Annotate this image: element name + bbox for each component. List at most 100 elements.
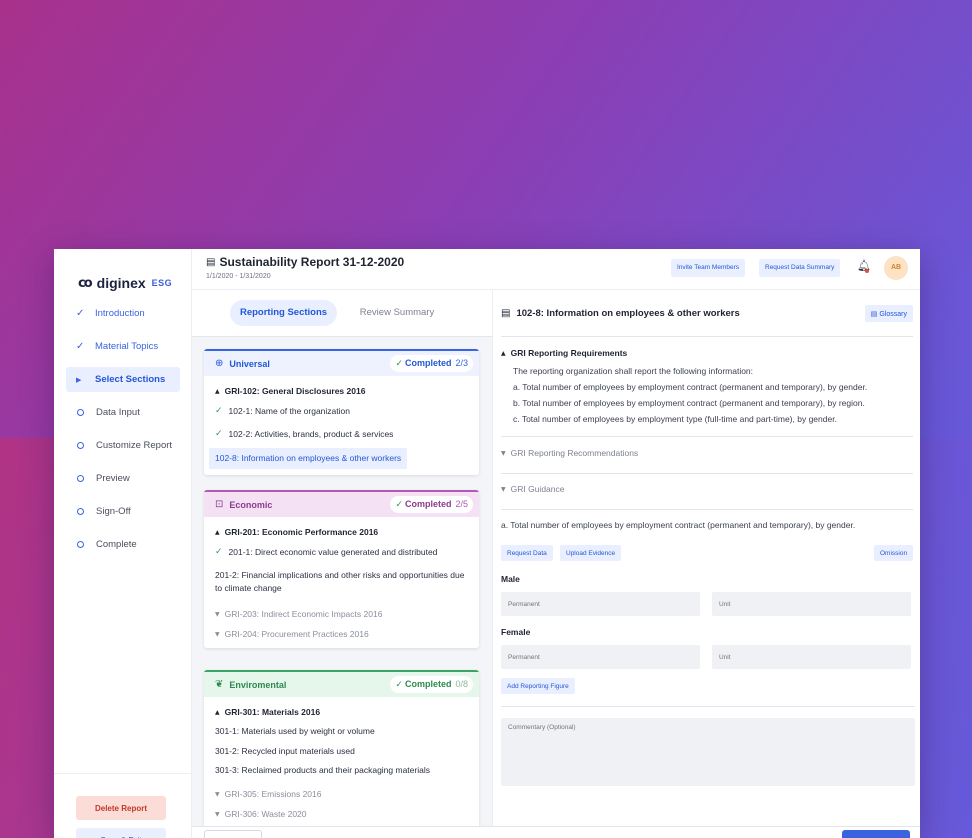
sidebar-footer: Delete Report Save & Exit	[54, 773, 192, 838]
glossary-button[interactable]: ▤ Glossary	[864, 305, 913, 322]
group-label: GRI-102: General Disclosures 2016	[224, 386, 366, 396]
request-summary-button[interactable]: Request Data Summary	[759, 259, 841, 277]
card-title: Economic	[229, 499, 273, 510]
collapsed-group[interactable]: ▼ GRI-203: Indirect Economic Impacts 2016	[204, 600, 479, 624]
item-label: 102-2: Activities, brands, product & ser…	[228, 429, 394, 439]
logo-icon: co	[78, 275, 93, 291]
card-title: Universal	[229, 358, 270, 369]
commentary-field[interactable]	[501, 718, 915, 786]
badge-label: Completed	[404, 358, 452, 368]
section-title: GRI Guidance	[510, 484, 565, 494]
circle-icon	[77, 508, 84, 515]
collapsed-group[interactable]: ▼ GRI-204: Procurement Practices 2016	[204, 624, 479, 648]
recommendations-toggle[interactable]: ▼ GRI Reporting Recommendations	[501, 448, 913, 458]
circle-icon	[77, 409, 84, 416]
report-date-range: 1/1/2020 - 1/31/2020	[206, 273, 271, 280]
save-exit-button[interactable]: Save & Exit	[76, 828, 166, 838]
step-label: Introduction	[95, 308, 145, 319]
step-select-sections[interactable]: ▶ Select Sections	[66, 367, 180, 392]
step-customize-report[interactable]: Customize Report	[66, 433, 180, 458]
caret-down-icon: ▼	[215, 630, 220, 638]
disclosure-group[interactable]: ▲ GRI-301: Materials 2016	[204, 697, 479, 721]
badge-label: Completed	[404, 499, 452, 509]
request-data-button[interactable]: Request Data	[501, 545, 553, 561]
guidance-section: ▼ GRI Guidance	[501, 484, 913, 510]
list-item[interactable]: 201-2: Financial implications and other …	[204, 564, 479, 600]
omission-button[interactable]: Omission	[874, 545, 914, 561]
caret-down-icon: ▼	[501, 449, 506, 457]
step-label: Preview	[96, 473, 130, 484]
disclosure-group[interactable]: ▲ GRI-201: Economic Performance 2016	[204, 517, 479, 541]
requirement-line: b. Total number of employees by employme…	[513, 398, 865, 408]
group-label: GRI-305: Emissions 2016	[224, 789, 322, 799]
female-permanent-input[interactable]	[501, 645, 700, 669]
sidebar: co diginex ESG ✓ Introduction ✓ Material T…	[54, 249, 192, 838]
step-data-input[interactable]: Data Input	[66, 400, 180, 425]
requirement-line: a. Total number of employees by employme…	[513, 382, 868, 392]
requirements-toggle[interactable]: ▲ GRI Reporting Requirements	[501, 348, 913, 358]
list-item[interactable]: ✓ 102-2: Activities, brands, product & se…	[204, 423, 479, 446]
step-introduction[interactable]: ✓ Introduction	[66, 301, 180, 326]
step-label: Sign-Off	[96, 506, 131, 517]
list-item[interactable]: 301-1: Materials used by weight or volum…	[204, 721, 479, 742]
circle-icon	[77, 541, 84, 548]
section-tabs: Reporting Sections Review Summary	[192, 290, 492, 337]
check-icon: ✓	[76, 341, 85, 352]
next-button[interactable]	[842, 830, 910, 838]
collapsed-group[interactable]: ▼ GRI-305: Emissions 2016	[204, 780, 479, 804]
chart-icon: ⊡	[215, 499, 224, 510]
tab-review-summary[interactable]: Review Summary	[347, 300, 447, 326]
check-icon: ✓	[215, 547, 223, 557]
logo: co diginex ESG	[78, 275, 172, 291]
delete-report-button[interactable]: Delete Report	[76, 796, 166, 820]
upload-evidence-button[interactable]: Upload Evidence	[560, 545, 622, 561]
list-item[interactable]: 301-3: Reclaimed products and their pack…	[204, 761, 479, 780]
step-sign-off[interactable]: Sign-Off	[66, 499, 180, 524]
detail-title: ▤ 102-8: Information on employees & othe…	[501, 308, 740, 319]
universal-card-header[interactable]: ⊕ Universal ✓ Completed 2/3	[204, 349, 479, 376]
group-label: GRI-204: Procurement Practices 2016	[224, 629, 369, 639]
check-icon: ✓	[215, 429, 223, 439]
group-label: GRI-301: Materials 2016	[224, 707, 321, 717]
group-label: GRI-306: Waste 2020	[224, 809, 307, 819]
invite-team-button[interactable]: Invite Team Members	[671, 259, 746, 277]
step-preview[interactable]: Preview	[66, 466, 180, 491]
avatar[interactable]: AB	[884, 256, 908, 280]
tab-reporting-sections[interactable]: Reporting Sections	[230, 300, 337, 326]
header: ▤ Sustainability Report 31-12-2020 1/1/2…	[192, 249, 920, 289]
disclosure-group[interactable]: ▲ GRI-102: General Disclosures 2016	[204, 376, 479, 400]
caret-right-icon: ▶	[76, 375, 82, 384]
badge-count: 0/8	[455, 679, 468, 689]
detail-header: ▤ 102-8: Information on employees & othe…	[501, 290, 913, 337]
guidance-toggle[interactable]: ▼ GRI Guidance	[501, 484, 913, 494]
list-item-selected[interactable]: 102-8: Information on employees & other …	[209, 448, 408, 469]
list-item[interactable]: ✓ 201-1: Direct economic value generated …	[204, 541, 479, 564]
female-label: Female	[501, 627, 531, 637]
economic-card: ⊡ Economic ✓ Completed 2/5 ▲ GRI-201: Econo…	[204, 490, 479, 648]
circle-icon	[77, 442, 84, 449]
female-unit-input[interactable]	[712, 645, 911, 669]
economic-card-header[interactable]: ⊡ Economic ✓ Completed 2/5	[204, 490, 479, 517]
group-label: GRI-201: Economic Performance 2016	[224, 527, 379, 537]
male-permanent-input[interactable]	[501, 592, 700, 616]
list-item[interactable]: 301-2: Recycled input materials used	[204, 742, 479, 761]
back-button[interactable]	[204, 830, 262, 838]
step-label: Customize Report	[96, 440, 173, 451]
male-unit-input[interactable]	[712, 592, 911, 616]
step-complete[interactable]: Complete	[66, 532, 180, 557]
step-label: Material Topics	[95, 341, 159, 352]
step-material-topics[interactable]: ✓ Material Topics	[66, 334, 180, 359]
caret-down-icon: ▼	[215, 610, 220, 618]
check-icon: ✓	[395, 680, 403, 690]
page-title: ▤ Sustainability Report 31-12-2020	[206, 255, 404, 269]
list-item[interactable]: ✓ 102-1: Name of the organization	[204, 400, 479, 423]
add-reporting-figure-button[interactable]: Add Reporting Figure	[501, 678, 575, 694]
check-icon: ✓	[395, 359, 403, 369]
book-icon: ▤	[870, 309, 878, 318]
logo-suffix: ESG	[151, 278, 173, 288]
detail-title-text: 102-8: Information on employees & other …	[516, 308, 740, 319]
environmental-card-header[interactable]: ❦ Enviromental ✓ Completed 0/8	[204, 670, 479, 697]
collapsed-group[interactable]: ▼ GRI-306: Waste 2020	[204, 804, 479, 824]
divider	[501, 706, 915, 707]
caret-up-icon: ▲	[215, 708, 220, 716]
